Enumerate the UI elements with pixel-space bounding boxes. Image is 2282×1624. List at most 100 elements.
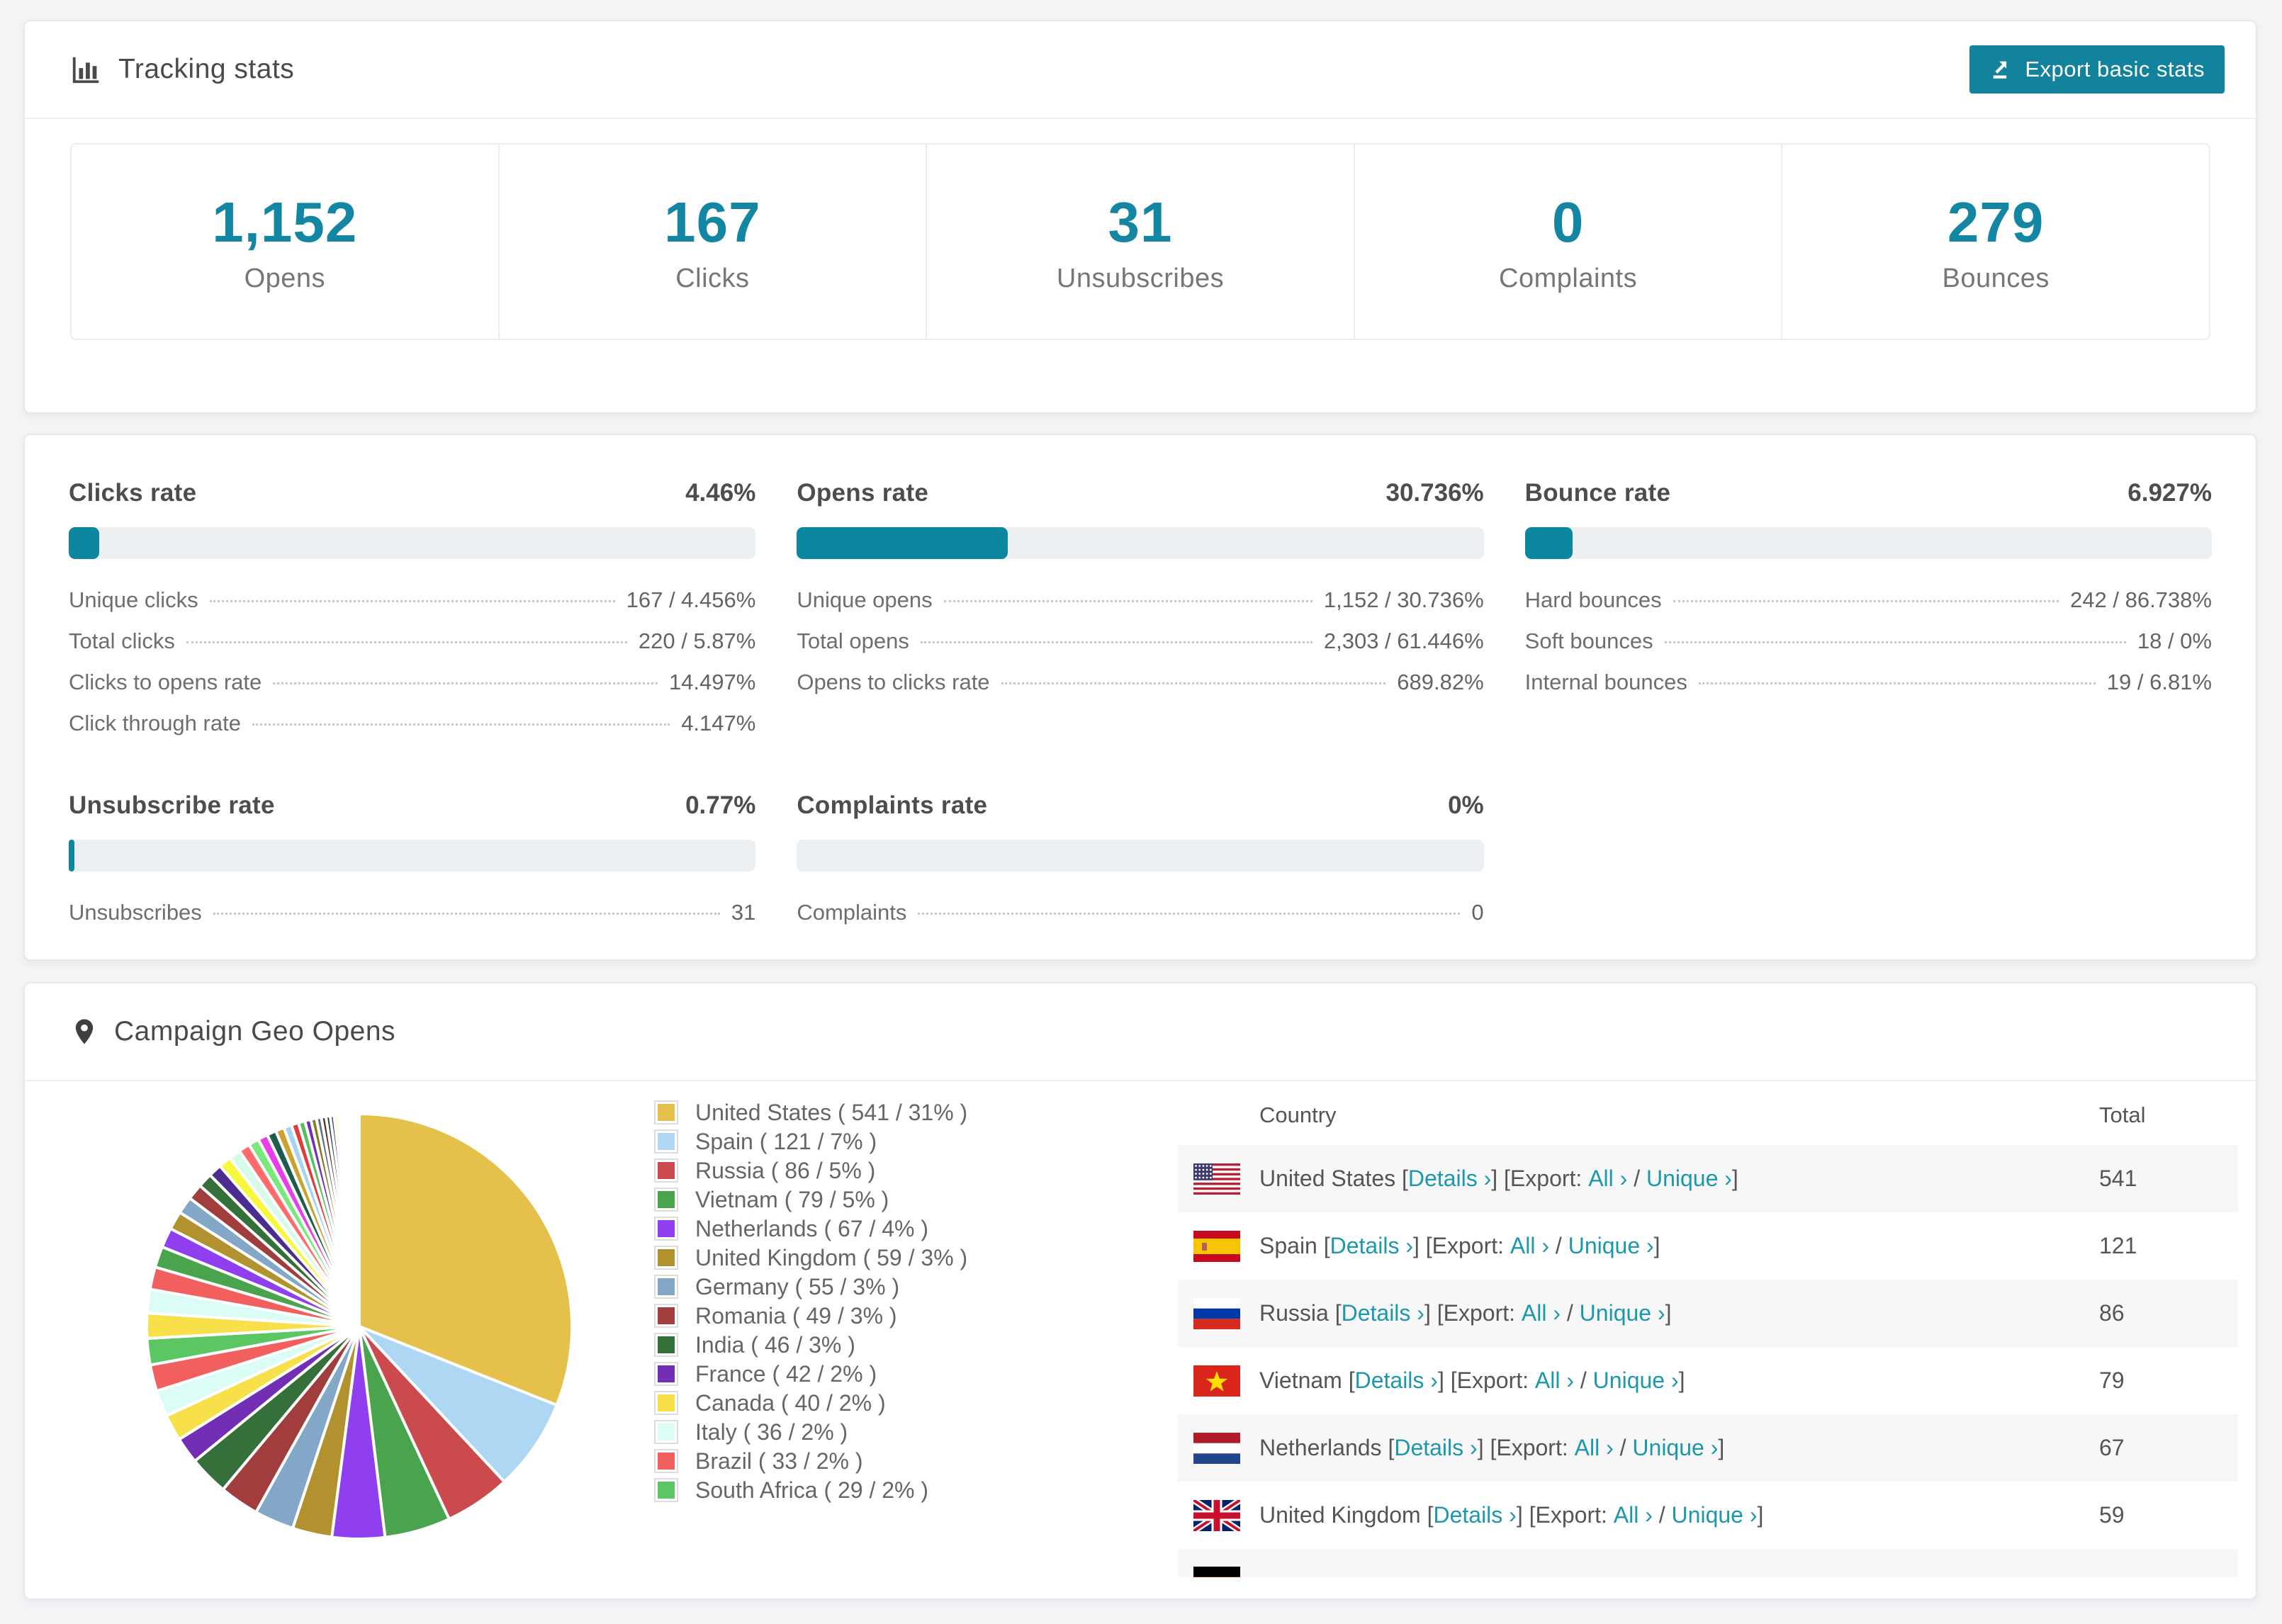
rate-value: 30.736% bbox=[1386, 479, 1484, 507]
legend-item: Vietnam ( 79 / 5% ) bbox=[654, 1186, 967, 1212]
export-label: [Export: bbox=[1504, 1166, 1589, 1191]
bracket: ] bbox=[1665, 1300, 1672, 1326]
legend-item: France ( 42 / 2% ) bbox=[654, 1361, 967, 1387]
rate-rows: Unique clicks 167 / 4.456% Total clicks 220… bbox=[69, 587, 755, 752]
legend-swatch bbox=[654, 1449, 678, 1473]
export-unique-link[interactable]: Unique › bbox=[1568, 1233, 1654, 1259]
legend-swatch bbox=[654, 1362, 678, 1386]
rate-stat-row: Unsubscribes 31 bbox=[69, 900, 755, 941]
export-label: [Export: bbox=[1425, 1233, 1510, 1258]
geo-country-table: Country Total United States [Details ›] [E… bbox=[1178, 1083, 2238, 1577]
legend-item: Spain ( 121 / 7% ) bbox=[654, 1129, 967, 1154]
legend-label: India ( 46 / 3% ) bbox=[695, 1331, 855, 1358]
table-row bbox=[1178, 1549, 2238, 1577]
dotted-leader bbox=[1664, 641, 2126, 643]
rate-stat-value: 2,303 / 61.446% bbox=[1323, 628, 1484, 653]
details-link[interactable]: Details › bbox=[1342, 1300, 1424, 1326]
table-row-vietnam: Vietnam [Details ›] [Export: All › / Uni… bbox=[1178, 1347, 2238, 1414]
bracket: ] bbox=[1424, 1300, 1437, 1326]
bracket: ] bbox=[1678, 1368, 1685, 1393]
rate-stat-value: 242 / 86.738% bbox=[2070, 587, 2212, 612]
progress-bar-fill bbox=[1524, 527, 1573, 559]
legend-label: Germany ( 55 / 3% ) bbox=[695, 1273, 900, 1299]
bracket: ] bbox=[1437, 1368, 1451, 1393]
rate-stat-label: Total clicks bbox=[69, 628, 175, 653]
export-all-link[interactable]: All › bbox=[1588, 1166, 1627, 1192]
dotted-leader bbox=[186, 641, 627, 643]
tracking-stats-card: Tracking stats Export basic stats 1,152 O… bbox=[23, 20, 2257, 414]
legend-item: United States ( 541 / 31% ) bbox=[654, 1100, 967, 1125]
rate-value: 4.46% bbox=[685, 479, 756, 507]
legend-swatch bbox=[654, 1246, 678, 1270]
rate-stat-label: Opens to clicks rate bbox=[797, 670, 990, 694]
details-link[interactable]: Details › bbox=[1394, 1435, 1477, 1461]
details-link[interactable]: Details › bbox=[1330, 1233, 1413, 1259]
total-cell: 541 bbox=[2099, 1166, 2137, 1191]
rate-stat-row: Click through rate 4.147% bbox=[69, 711, 755, 752]
legend-swatch bbox=[654, 1100, 678, 1124]
country-name: Spain bbox=[1259, 1233, 1324, 1258]
details-link[interactable]: Details › bbox=[1355, 1368, 1438, 1394]
stat-value: 167 bbox=[664, 190, 761, 254]
legend-swatch bbox=[654, 1158, 678, 1183]
country-name: Vietnam bbox=[1259, 1368, 1349, 1393]
details-link[interactable]: Details › bbox=[1408, 1166, 1491, 1192]
export-unique-link[interactable]: Unique › bbox=[1646, 1166, 1732, 1192]
export-all-link[interactable]: All › bbox=[1510, 1233, 1549, 1259]
flag-icon-nl bbox=[1193, 1432, 1240, 1464]
export-all-link[interactable]: All › bbox=[1535, 1368, 1574, 1394]
legend-swatch bbox=[654, 1391, 678, 1415]
bracket: [ bbox=[1323, 1233, 1330, 1258]
stat-cell-opens: 1,152 Opens bbox=[72, 145, 498, 339]
rate-rows: Unsubscribes 31 bbox=[69, 900, 755, 941]
export-label: [Export: bbox=[1490, 1435, 1575, 1460]
rate-stat-value: 18 / 0% bbox=[2137, 628, 2212, 653]
export-button-label: Export basic stats bbox=[2025, 57, 2205, 81]
legend-label: Vietnam ( 79 / 5% ) bbox=[695, 1186, 889, 1212]
rate-stat-value: 220 / 5.87% bbox=[638, 628, 756, 653]
stat-value: 31 bbox=[1108, 190, 1173, 254]
bracket: ] bbox=[1516, 1502, 1529, 1528]
slash: / bbox=[1652, 1502, 1672, 1528]
flag-icon-es bbox=[1193, 1230, 1240, 1262]
geo-table-header: Country Total bbox=[1178, 1083, 2238, 1145]
legend-swatch bbox=[654, 1333, 678, 1357]
table-row-netherlands: Netherlands [Details ›] [Export: All › /… bbox=[1178, 1414, 2238, 1482]
total-cell: 79 bbox=[2099, 1368, 2125, 1393]
details-link[interactable]: Details › bbox=[1433, 1502, 1516, 1528]
rate-stat-row: Total opens 2,303 / 61.446% bbox=[797, 628, 1483, 670]
rate-stat-label: Complaints bbox=[797, 900, 907, 925]
bracket: ] bbox=[1477, 1435, 1490, 1460]
stat-value: 1,152 bbox=[212, 190, 358, 254]
rate-stat-label: Clicks to opens rate bbox=[69, 670, 262, 694]
export-basic-stats-button[interactable]: Export basic stats bbox=[1969, 45, 2225, 94]
export-all-link[interactable]: All › bbox=[1522, 1300, 1561, 1326]
dotted-leader bbox=[273, 682, 658, 684]
stat-value: 0 bbox=[1551, 190, 1585, 254]
export-unique-link[interactable]: Unique › bbox=[1632, 1435, 1718, 1461]
rate-stat-row: Unique clicks 167 / 4.456% bbox=[69, 587, 755, 628]
stat-cell-complaints: 0 Complaints bbox=[1353, 145, 1782, 339]
rate-stat-value: 0 bbox=[1471, 900, 1484, 925]
rate-title: Opens rate bbox=[797, 479, 929, 507]
rate-section-bounce-rate: Bounce rate 6.927% Hard bounces 242 / 86.73… bbox=[1524, 468, 2212, 752]
rate-stat-row: Hard bounces 242 / 86.738% bbox=[1525, 587, 2212, 628]
legend-swatch bbox=[654, 1188, 678, 1212]
export-icon bbox=[1989, 57, 2013, 81]
rate-stat-label: Internal bounces bbox=[1524, 670, 1687, 694]
rates-grid: Clicks rate 4.46% Unique clicks 167 / 4.456… bbox=[25, 435, 2256, 969]
legend-swatch bbox=[654, 1129, 678, 1154]
slash: / bbox=[1613, 1435, 1633, 1460]
rate-section-opens-rate: Opens rate 30.736% Unique opens 1,152 / 30.… bbox=[797, 468, 1484, 752]
table-row-united-kingdom: United Kingdom [Details ›] [Export: All … bbox=[1178, 1482, 2238, 1549]
export-unique-link[interactable]: Unique › bbox=[1593, 1368, 1679, 1394]
country-cell: Netherlands [Details ›] [Export: All › /… bbox=[1259, 1414, 1724, 1482]
rate-stat-value: 14.497% bbox=[668, 670, 756, 694]
export-all-link[interactable]: All › bbox=[1614, 1502, 1653, 1528]
export-all-link[interactable]: All › bbox=[1575, 1435, 1614, 1461]
slash: / bbox=[1561, 1300, 1580, 1326]
dotted-leader bbox=[920, 641, 1313, 643]
legend-label: Italy ( 36 / 2% ) bbox=[695, 1419, 848, 1445]
export-unique-link[interactable]: Unique › bbox=[1580, 1300, 1665, 1326]
export-unique-link[interactable]: Unique › bbox=[1672, 1502, 1758, 1528]
